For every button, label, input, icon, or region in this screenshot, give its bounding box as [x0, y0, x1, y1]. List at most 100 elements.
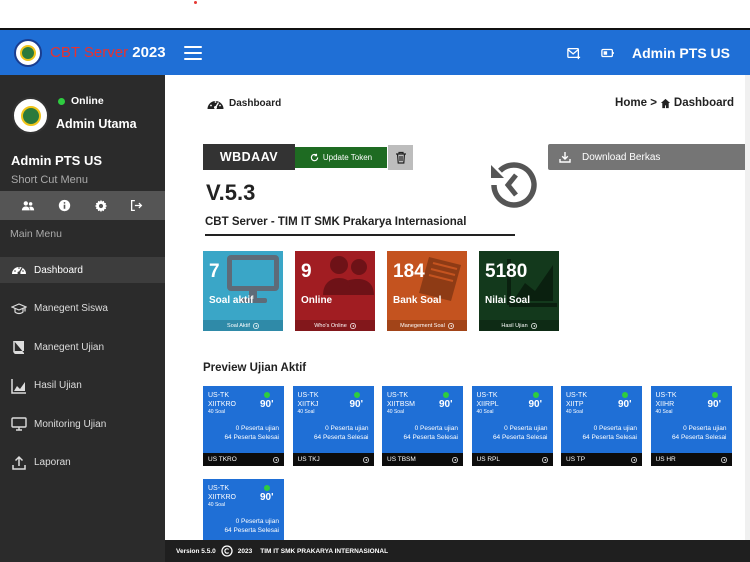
exam-code-line: US-TK	[387, 392, 408, 399]
stat-footer[interactable]: Hasil Ujian	[479, 320, 559, 331]
exam-peserta: 0 Peserta ujian	[325, 425, 369, 432]
exam-peserta: 0 Peserta ujian	[593, 425, 637, 432]
mainmenu-label: Main Menu	[10, 228, 62, 240]
exam-card[interactable]: US-TK XIIRPL 40 Soal 90' 0 Peserta ujian 64 P…	[471, 386, 553, 466]
exam-peserta: 0 Peserta ujian	[235, 518, 279, 525]
mail-icon[interactable]	[566, 45, 582, 61]
logout-icon[interactable]	[129, 198, 145, 214]
breadcrumb-current: Dashboard	[673, 97, 734, 109]
stat-footer[interactable]: Who's Online	[295, 320, 375, 331]
download-berkas-button[interactable]: Download Berkas	[548, 144, 750, 170]
exam-soal: 40 Soal	[566, 409, 583, 415]
stat-footer[interactable]: Soal Aktif	[203, 320, 283, 331]
brand[interactable]: CBT Server 2023	[0, 38, 176, 67]
active-dot-icon	[711, 392, 718, 398]
exam-class: XIIHR	[655, 400, 675, 408]
download-icon	[559, 152, 571, 163]
stat-nilai-soal[interactable]: 5180 Nilai Soal Hasil Ujian	[479, 251, 559, 331]
stat-label: Bank Soal	[393, 295, 442, 306]
gear-icon[interactable]	[93, 198, 109, 214]
exam-footer-label: US HR	[655, 456, 676, 463]
exam-card[interactable]: US-TK XIITKJ 40 Soal 90' 0 Peserta ujian 64 P…	[292, 386, 374, 466]
dashboard-icon	[12, 267, 26, 275]
arrow-circle-icon	[720, 456, 727, 463]
sidebar-item-label: Manegent Ujian	[34, 341, 105, 353]
stat-online[interactable]: 9 Online Who's Online	[295, 251, 375, 331]
exam-footer-label: US RPL	[476, 456, 500, 463]
sidebar-item-hasil-ujian[interactable]: Hasil Ujian	[0, 373, 165, 399]
delete-token-button[interactable]	[388, 144, 413, 170]
scrollbar[interactable]	[745, 75, 750, 540]
stat-bank-soal[interactable]: 184 Bank Soal Manegement Soal	[387, 251, 467, 331]
exam-selesai: 64 Peserta Selesai	[403, 434, 458, 441]
exam-card[interactable]: US-TK XIITKRO 40 Soal 90' 0 Peserta ujian 64 …	[203, 386, 284, 466]
breadcrumb-home[interactable]: Home >	[615, 97, 657, 109]
online-label: Online	[71, 95, 104, 107]
sidebar-item-manegent-siswa[interactable]: Manegent Siswa	[0, 296, 165, 322]
sidebar-item-manegent-ujian[interactable]: Manegent Ujian	[0, 334, 165, 360]
preview-title: Preview Ujian Aktif	[203, 362, 307, 374]
stat-footer[interactable]: Manegement Soal	[387, 320, 467, 331]
chart-icon	[11, 378, 26, 394]
exam-class: XIITKRO	[208, 493, 237, 501]
exam-footer[interactable]: US TBSM	[382, 453, 463, 466]
exam-duration: 90'	[260, 399, 274, 410]
monitor-icon	[11, 417, 27, 431]
sidebar-item-dashboard[interactable]: Dashboard	[0, 257, 165, 283]
exam-duration: 90'	[528, 399, 543, 410]
exam-code: US-TK XIITKRO	[208, 485, 236, 502]
exam-peserta: 0 Peserta ujian	[414, 425, 458, 432]
stat-label: Soal aktif	[209, 295, 254, 306]
version-title: V.5.3	[206, 180, 256, 205]
exam-code: US-TK XIIRPL	[477, 392, 499, 409]
arrow-circle-icon	[452, 456, 458, 463]
users-icon[interactable]	[20, 198, 36, 214]
exam-footer-label: US TP	[566, 456, 586, 463]
sidebar-item-label: Dashboard	[34, 264, 83, 276]
stat-value: 5180	[485, 261, 528, 282]
exam-footer[interactable]: US TP	[561, 453, 642, 466]
exam-footer[interactable]: US RPL	[471, 453, 553, 466]
exam-card[interactable]: US-TK XIIHR 40 Soal 90' 0 Peserta ujian 64 Pe…	[650, 386, 732, 466]
exam-footer[interactable]: US HR	[650, 453, 732, 466]
exam-soal: 40 Soal	[297, 409, 315, 415]
exam-footer[interactable]: US TKJ	[292, 453, 374, 466]
sidebar-menu: Dashboard Manegent Siswa Manegent Ujian …	[0, 257, 165, 476]
navbar-user[interactable]: Admin PTS US	[632, 45, 730, 61]
history-icon	[491, 162, 537, 208]
exam-card[interactable]: US-TK XIITBSM 40 Soal 90' 0 Peserta ujian 64 …	[382, 386, 463, 466]
exam-class: XIIRPL	[476, 400, 499, 408]
exam-class: XIITKRO	[208, 400, 237, 408]
exam-code: US-TK XIITBSM	[387, 392, 415, 409]
sidebar-item-label: Manegent Siswa	[34, 303, 108, 314]
exam-selesai: 64 Peserta Selesai	[224, 527, 279, 534]
exam-soal: 40 Soal	[387, 409, 404, 415]
sidebar-item-laporan[interactable]: Laporan	[0, 450, 165, 476]
exam-duration: 90'	[707, 399, 722, 410]
school-logo	[14, 38, 42, 67]
exam-duration: 90'	[260, 492, 274, 503]
exam-code-line: US-TK	[208, 392, 229, 399]
divider	[205, 234, 515, 236]
hamburger-menu-icon[interactable]	[184, 45, 202, 60]
exam-footer[interactable]: US TKRO	[203, 453, 284, 466]
arrow-circle-icon	[273, 456, 279, 463]
exam-soal: 40 Soal	[655, 409, 673, 415]
sidebar-item-monitoring-ujian[interactable]: Monitoring Ujian	[0, 411, 165, 437]
update-token-button[interactable]: Update Token	[295, 146, 387, 168]
page-title: Dashboard	[207, 97, 281, 110]
battery-icon[interactable]	[600, 45, 616, 61]
exam-duration: 90'	[439, 399, 453, 410]
exam-code-line: US-TK	[566, 392, 587, 399]
users-icon	[323, 256, 374, 295]
exam-code-line: US-TK	[655, 392, 677, 399]
arrow-circle-icon	[349, 322, 356, 329]
stat-soal-aktif[interactable]: 7 Soal aktif Soal Aktif	[203, 251, 283, 331]
info-icon[interactable]	[56, 198, 72, 214]
active-dot-icon	[353, 392, 360, 398]
exam-list: US-TK XIITKRO 40 Soal 90' 0 Peserta ujian 64 …	[203, 386, 750, 562]
stat-value: 9	[301, 261, 312, 282]
stat-footer-label: Manegement Soal	[400, 322, 445, 329]
stat-value: 184	[393, 261, 425, 282]
exam-card[interactable]: US-TK XIITP 40 Soal 90' 0 Peserta ujian 64 Pe…	[561, 386, 642, 466]
